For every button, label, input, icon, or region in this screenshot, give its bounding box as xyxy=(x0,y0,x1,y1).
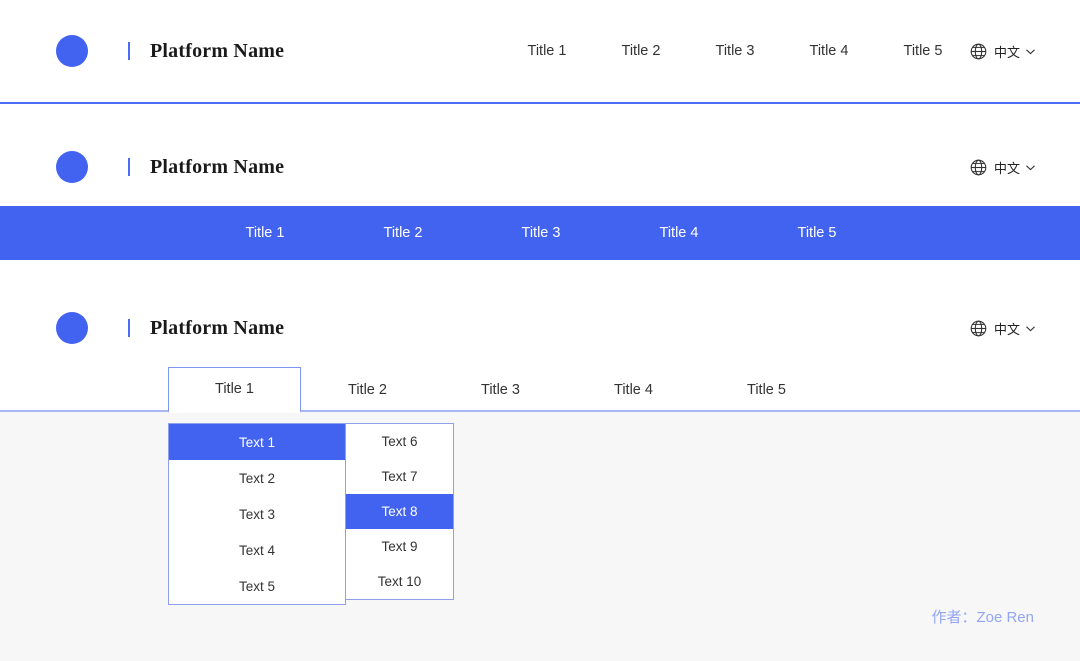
author-credit: 作者：Zoe Ren xyxy=(931,609,1034,626)
menu-item-text-5[interactable]: Text 5 xyxy=(169,568,345,604)
nav-item-title-2[interactable]: Title 2 xyxy=(594,43,688,59)
blue-nav-item-title-1[interactable]: Title 1 xyxy=(196,225,334,241)
brand-block: Platform Name xyxy=(0,151,284,183)
logo-icon xyxy=(56,151,88,183)
tabs-row: Title 1 Title 2 Title 3 Title 4 Title 5 xyxy=(168,366,833,413)
brand-block: Platform Name xyxy=(0,312,284,344)
menu-item-text-4[interactable]: Text 4 xyxy=(169,532,345,568)
menu-item-text-6[interactable]: Text 6 xyxy=(346,424,453,459)
tab-title-4[interactable]: Title 4 xyxy=(567,368,700,412)
language-switcher[interactable]: 中文 xyxy=(970,42,1036,61)
menu-item-text-7[interactable]: Text 7 xyxy=(346,459,453,494)
header-tabs-variant: Platform Name 中文 xyxy=(0,288,1080,368)
blue-nav-item-title-4[interactable]: Title 4 xyxy=(610,225,748,241)
language-label: 中文 xyxy=(993,321,1020,337)
dropdown-submenu: Text 6 Text 7 Text 8 Text 9 Text 10 xyxy=(346,423,454,600)
blue-nav-item-title-2[interactable]: Title 2 xyxy=(334,225,472,241)
language-label: 中文 xyxy=(993,44,1020,60)
menu-item-text-8[interactable]: Text 8 xyxy=(346,494,453,529)
header-inline-nav: Platform Name Title 1 Title 2 Title 3 Ti… xyxy=(0,0,1080,104)
brand-separator xyxy=(128,319,130,337)
language-label: 中文 xyxy=(993,160,1020,176)
logo-icon xyxy=(56,312,88,344)
menu-item-text-1[interactable]: Text 1 xyxy=(169,424,345,460)
chevron-down-icon xyxy=(1026,46,1036,57)
language-switcher[interactable]: 中文 xyxy=(970,319,1036,338)
blue-nav-item-title-3[interactable]: Title 3 xyxy=(472,225,610,241)
menu-item-text-10[interactable]: Text 10 xyxy=(346,564,453,599)
blue-nav-bar: Title 1 Title 2 Title 3 Title 4 Title 5 xyxy=(0,206,1080,260)
brand-separator xyxy=(128,158,130,176)
platform-name: Platform Name xyxy=(150,39,285,62)
platform-name: Platform Name xyxy=(150,316,285,339)
chevron-down-icon xyxy=(1026,162,1036,173)
tab-title-1[interactable]: Title 1 xyxy=(168,366,301,413)
platform-name: Platform Name xyxy=(150,155,285,178)
nav-inline: Title 1 Title 2 Title 3 Title 4 Title 5 xyxy=(500,43,970,59)
tabstrip: Title 1 Title 2 Title 3 Title 4 Title 5 xyxy=(0,366,1080,413)
header-blue-bar-variant: Platform Name 中文 xyxy=(0,128,1080,206)
tab-title-3[interactable]: Title 3 xyxy=(434,368,567,412)
tab-content-area xyxy=(0,412,1080,661)
nav-item-title-4[interactable]: Title 4 xyxy=(782,43,876,59)
globe-icon xyxy=(970,320,987,337)
nav-item-title-3[interactable]: Title 3 xyxy=(688,43,782,59)
globe-icon xyxy=(970,43,987,60)
tab-title-2[interactable]: Title 2 xyxy=(301,368,434,412)
blue-nav-items: Title 1 Title 2 Title 3 Title 4 Title 5 xyxy=(196,225,886,241)
globe-icon xyxy=(970,159,987,176)
menu-item-text-3[interactable]: Text 3 xyxy=(169,496,345,532)
brand-block: Platform Name xyxy=(0,35,284,67)
nav-item-title-1[interactable]: Title 1 xyxy=(500,43,594,59)
chevron-down-icon xyxy=(1026,323,1036,334)
menu-item-text-9[interactable]: Text 9 xyxy=(346,529,453,564)
nav-item-title-5[interactable]: Title 5 xyxy=(876,43,970,59)
dropdown-menu: Text 1 Text 2 Text 3 Text 4 Text 5 xyxy=(168,423,346,605)
blue-nav-item-title-5[interactable]: Title 5 xyxy=(748,225,886,241)
brand-separator xyxy=(128,42,130,60)
menu-item-text-2[interactable]: Text 2 xyxy=(169,460,345,496)
tab-title-5[interactable]: Title 5 xyxy=(700,368,833,412)
logo-icon xyxy=(56,35,88,67)
language-switcher[interactable]: 中文 xyxy=(970,158,1036,177)
